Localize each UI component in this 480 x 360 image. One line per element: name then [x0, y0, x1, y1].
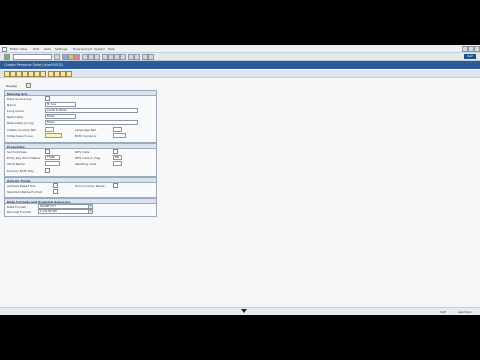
- field-label: Data Source key: [7, 97, 32, 101]
- group-properties-title: Properties: [7, 144, 25, 149]
- find-next-icon[interactable]: [94, 54, 100, 60]
- enter-icon[interactable]: [4, 54, 10, 60]
- cancel-icon[interactable]: [74, 54, 80, 60]
- field-label: Initial Search Lev.: [7, 134, 34, 138]
- menu-bar: Editor View Edit Goto Settings Environme…: [0, 45, 480, 53]
- field-label: Date Format: [7, 205, 26, 209]
- system-menu-icon[interactable]: [2, 47, 7, 52]
- status-bar: SAP sapmdev: [0, 307, 480, 315]
- print-country-name-checkbox[interactable]: [113, 183, 118, 188]
- field-label: Short Name: [7, 162, 25, 166]
- field-label: DES code in msg: [75, 156, 101, 160]
- screen-title-bar: Create Personal Data (Inlo#0002): [0, 61, 480, 69]
- nationality-field[interactable]: Brown: [45, 114, 76, 119]
- sel-dummies-checkbox[interactable]: [45, 149, 50, 154]
- short-name-field[interactable]: [45, 161, 60, 166]
- display-toggle-icon[interactable]: [26, 83, 31, 88]
- menu-item-environment[interactable]: Environment: [73, 47, 92, 51]
- initials-country-field[interactable]: [45, 127, 54, 132]
- des-code-msg-field[interactable]: BIS: [113, 155, 122, 160]
- standard-name-format-checkbox[interactable]: [53, 189, 58, 194]
- field-label: Name: [7, 103, 16, 107]
- field-label: Language Ref: [75, 128, 96, 132]
- layout-icon[interactable]: [148, 54, 154, 60]
- menu-item-edit[interactable]: Edit: [33, 47, 39, 51]
- decimal-format-value: 1.234.567,89: [40, 210, 57, 213]
- save-icon[interactable]: [54, 54, 60, 60]
- field-label: Long name: [7, 109, 24, 113]
- field-label: Nationality (Long): [7, 121, 34, 125]
- date-format-value: DD.MM.YYYY: [40, 205, 56, 208]
- field-label: Print Country Name: [75, 184, 105, 188]
- group-naming: Naming Sch. Data Source key Name Mr Luis…: [4, 90, 157, 143]
- chevron-down-icon[interactable]: ▾: [88, 210, 92, 213]
- menu-item-settings[interactable]: Settings: [55, 47, 67, 51]
- entry-key-short-name-field[interactable]: TYLER: [45, 155, 60, 160]
- language-ref-field[interactable]: [113, 127, 122, 132]
- des-code-checkbox[interactable]: [113, 149, 118, 154]
- wedding-code-field[interactable]: [113, 161, 122, 166]
- last-page-icon[interactable]: [120, 54, 126, 60]
- address-based-ext-checkbox[interactable]: [53, 183, 58, 188]
- field-label: Sel Dummies: [7, 150, 27, 154]
- group-naming-title: Naming Sch.: [7, 91, 29, 96]
- field-label: Dummy Birth Day: [7, 169, 34, 173]
- command-field[interactable]: [13, 54, 52, 60]
- display-label: Display: [6, 84, 18, 88]
- nationality-long-field[interactable]: Brown: [45, 120, 138, 125]
- long-name-field[interactable]: Lucille D. Brown: [45, 108, 138, 113]
- group-data-formats: Data Formats and Regional Sequence Date …: [4, 198, 157, 217]
- status-system: SAP: [440, 310, 446, 314]
- sap-gui-window: Editor View Edit Goto Settings Environme…: [0, 45, 480, 315]
- close-icon[interactable]: [474, 46, 480, 52]
- field-label: Initials Country Ref: [7, 128, 36, 132]
- decimal-format-select[interactable]: 1.234.567,89 ▾: [38, 209, 93, 214]
- mouse-cursor-icon: [241, 309, 247, 313]
- group-addons-title: Add-On Fields: [7, 178, 31, 183]
- dummy-birth-day-checkbox[interactable]: [45, 168, 50, 173]
- menu-item-goto[interactable]: Goto: [44, 47, 51, 51]
- standard-toolbar: SAP: [0, 53, 480, 61]
- field-label: Nationality: [7, 115, 24, 119]
- menu-item-system[interactable]: System: [94, 47, 105, 51]
- group-properties: Properties Sel Dummies DES code Entry Ke…: [4, 143, 157, 177]
- app-toolbar-button-7-icon[interactable]: [40, 71, 46, 77]
- field-label: Address Based Ext.: [7, 184, 36, 188]
- menu-item-editor-view[interactable]: Editor View: [10, 47, 27, 51]
- menu-item-help[interactable]: Help: [108, 47, 115, 51]
- application-toolbar: [0, 70, 480, 78]
- birth-currency-field[interactable]: [113, 133, 126, 138]
- group-addon-fields: Add-On Fields Address Based Ext. Print C…: [4, 177, 157, 198]
- field-label: Wedding code: [75, 162, 97, 166]
- field-label: Standard Name Format: [7, 190, 42, 194]
- shortcut-icon[interactable]: [134, 54, 140, 60]
- name-field[interactable]: Mr Luis: [45, 102, 76, 107]
- initial-search-field[interactable]: [45, 133, 62, 138]
- sap-logo: SAP: [464, 54, 476, 59]
- group-data-formats-title: Data Formats and Regional Sequence: [7, 199, 71, 204]
- page-title: Create Personal Data (Inlo#0002): [4, 63, 64, 67]
- field-label: Decimal Format: [7, 210, 31, 214]
- field-label: Entry Key Short Name: [7, 156, 41, 160]
- chevron-down-icon[interactable]: ▾: [88, 205, 92, 208]
- status-server: sapmdev: [458, 310, 472, 314]
- field-label: DES code: [75, 150, 90, 154]
- app-toolbar-button-11-icon[interactable]: [66, 71, 72, 77]
- data-source-key-checkbox[interactable]: [45, 96, 50, 101]
- field-label: Birth Currency: [75, 134, 97, 138]
